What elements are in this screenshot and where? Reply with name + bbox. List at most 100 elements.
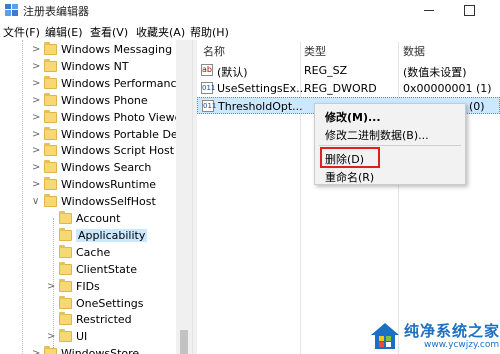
chevron-right-icon[interactable]: > xyxy=(32,61,40,72)
tree-item[interactable]: > Windows Photo Viewer xyxy=(0,109,186,127)
column-header-data[interactable]: 数据 xyxy=(403,43,425,59)
chevron-right-icon[interactable]: > xyxy=(47,281,55,292)
binary-value-icon: 011 xyxy=(201,82,216,94)
folder-icon xyxy=(44,92,57,106)
tree-item[interactable]: > Windows Phone xyxy=(0,92,176,110)
column-header-type[interactable]: 类型 xyxy=(304,43,326,59)
tree-item-label: Windows Portable Devi xyxy=(61,127,188,141)
tree-scroll-thumb[interactable] xyxy=(180,330,188,354)
binary-value-icon: 011 xyxy=(202,100,217,112)
chevron-right-icon[interactable]: > xyxy=(32,78,40,89)
tree-item[interactable]: > Windows Performance xyxy=(0,75,183,93)
tree-item[interactable]: > UI xyxy=(0,329,176,346)
value-row-usesettings[interactable]: 011 UseSettingsEx... REG_DWORD 0x0000000… xyxy=(197,80,500,97)
value-name: ThresholdOpt... xyxy=(218,100,303,113)
tree-item-label: Windows Phone xyxy=(61,93,148,107)
folder-icon xyxy=(59,278,72,292)
chevron-right-icon[interactable]: > xyxy=(32,179,40,190)
context-menu-modify-binary[interactable]: 修改二进制数据(B)... xyxy=(325,127,429,143)
menu-file[interactable]: 文件(F) xyxy=(3,24,40,40)
watermark-brand: 纯净系统之家 xyxy=(404,322,500,340)
value-name: (默认) xyxy=(217,66,248,79)
tree-item-label: Windows Search xyxy=(61,161,152,175)
folder-icon xyxy=(44,58,57,72)
folder-icon xyxy=(59,227,72,241)
tree-item-label: FIDs xyxy=(76,279,100,293)
chevron-right-icon[interactable]: > xyxy=(47,331,55,342)
chevron-right-icon[interactable]: > xyxy=(32,95,40,106)
tree-item-label: UI xyxy=(76,330,88,344)
folder-icon xyxy=(44,42,57,55)
folder-icon xyxy=(44,160,57,174)
tree-item-label: Restricted xyxy=(76,313,132,327)
menu-favorites[interactable]: 收藏夹(A) xyxy=(136,24,185,40)
tree-item-label: Applicability xyxy=(76,228,148,242)
site-watermark: 纯净系统之家 www.ycwjzy.com xyxy=(370,318,500,354)
tree-item[interactable]: ClientState xyxy=(0,261,176,279)
folder-icon xyxy=(59,211,72,224)
value-name: UseSettingsEx... xyxy=(217,82,307,95)
delete-highlight-box xyxy=(320,147,380,168)
chevron-right-icon[interactable]: > xyxy=(32,348,40,354)
tree-item[interactable]: > Windows Portable Devi xyxy=(0,126,187,144)
folder-icon xyxy=(59,295,72,309)
chevron-right-icon[interactable]: > xyxy=(32,112,40,123)
tree-item[interactable]: OneSettings xyxy=(0,295,176,313)
folder-icon xyxy=(44,75,57,89)
value-data: 0x00000001 (1) xyxy=(403,82,492,95)
folder-icon xyxy=(59,261,72,275)
window-title: 注册表编辑器 xyxy=(23,5,89,18)
tree-item[interactable]: Cache xyxy=(0,244,176,262)
tree-item[interactable]: ∨ WindowsSelfHost xyxy=(0,194,176,211)
tree-item[interactable]: > Windows Search xyxy=(0,160,176,177)
tree-item-label: ClientState xyxy=(76,262,137,276)
chevron-right-icon[interactable]: > xyxy=(32,162,40,173)
folder-icon xyxy=(59,329,72,343)
tree-item[interactable]: Restricted xyxy=(0,312,176,329)
context-menu-separator xyxy=(319,145,461,146)
folder-icon xyxy=(44,177,57,191)
context-menu: 修改(M)... 修改二进制数据(B)... 删除(D) 重命名(R) xyxy=(314,103,466,185)
tree-item-label: Windows Messaging Su xyxy=(61,43,190,56)
tree-item-label: WindowsSelfHost xyxy=(61,195,156,209)
tree-item-label: Windows NT xyxy=(61,59,129,73)
tree-item[interactable]: Applicability xyxy=(0,227,176,245)
menu-help[interactable]: 帮助(H) xyxy=(190,24,229,40)
tree-item-label: Account xyxy=(76,212,121,225)
folder-icon xyxy=(44,346,57,354)
maximize-button[interactable] xyxy=(454,0,500,21)
tree-item[interactable]: > Windows Messaging Su xyxy=(0,42,190,59)
menu-view[interactable]: 查看(V) xyxy=(90,24,128,40)
tree-scrollbar[interactable] xyxy=(176,40,192,354)
value-row-default[interactable]: ab (默认) REG_SZ (数值未设置) xyxy=(197,62,500,79)
folder-icon xyxy=(44,109,57,123)
tree-item-label: OneSettings xyxy=(76,296,144,310)
chevron-right-icon[interactable]: > xyxy=(32,44,40,55)
tree-item[interactable]: Account xyxy=(0,211,176,228)
chevron-down-icon[interactable]: ∨ xyxy=(32,196,39,207)
title-bar: 注册表编辑器 xyxy=(0,0,500,21)
tree-item[interactable]: > WindowsRuntime xyxy=(0,177,176,194)
context-menu-modify[interactable]: 修改(M)... xyxy=(325,109,381,125)
menu-bar: 文件(F) 编辑(E) 查看(V) 收藏夹(A) 帮助(H) xyxy=(0,21,500,40)
tree-item[interactable]: > FIDs xyxy=(0,278,176,296)
folder-icon xyxy=(59,312,72,326)
tree-item-label: Windows Performance xyxy=(61,76,184,90)
context-menu-rename[interactable]: 重命名(R) xyxy=(325,169,374,185)
tree-item-label: Windows Script Host xyxy=(61,144,175,158)
registry-icon xyxy=(5,4,18,16)
value-type: REG_DWORD xyxy=(304,82,377,95)
value-data: (数值未设置) xyxy=(403,66,467,79)
value-data: (0) xyxy=(469,100,485,113)
string-value-icon: ab xyxy=(201,64,213,76)
column-header-name[interactable]: 名称 xyxy=(203,43,225,59)
folder-icon xyxy=(44,126,57,140)
chevron-right-icon[interactable]: > xyxy=(32,145,40,156)
tree-item[interactable]: > Windows NT xyxy=(0,58,176,76)
menu-edit[interactable]: 编辑(E) xyxy=(45,24,83,40)
tree-item[interactable]: > Windows Script Host xyxy=(0,143,176,160)
chevron-right-icon[interactable]: > xyxy=(32,129,40,140)
value-type: REG_SZ xyxy=(304,64,348,77)
tree-item[interactable]: > WindowsStore xyxy=(0,346,176,354)
minimize-button[interactable] xyxy=(408,0,454,21)
